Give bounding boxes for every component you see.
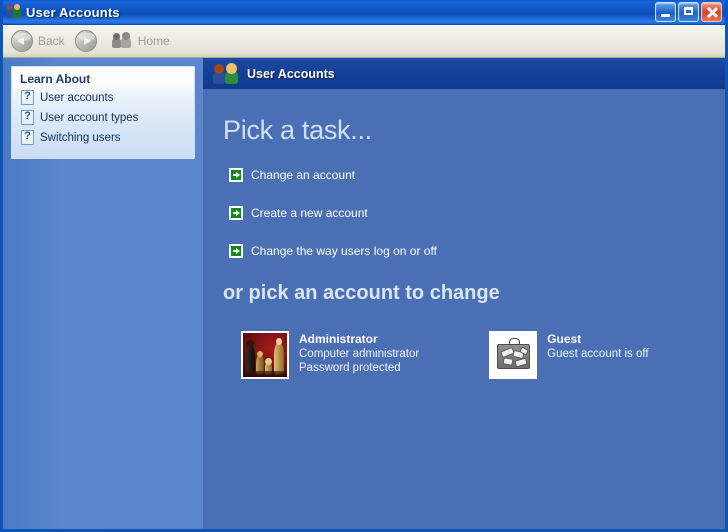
content-header: User Accounts (203, 58, 725, 89)
back-button-label: Back (38, 34, 65, 48)
home-button-label: Home (138, 34, 170, 48)
account-name: Guest (547, 332, 648, 346)
back-arrow-icon (11, 30, 33, 52)
account-name: Administrator (299, 332, 419, 346)
task-label: Create a new account (251, 206, 368, 220)
navigation-toolbar: Back Home (3, 25, 725, 58)
pick-an-account-heading: or pick an account to change (223, 282, 725, 305)
window-body: Learn About User accounts User account t… (3, 58, 725, 529)
suitcase-icon (497, 344, 530, 369)
content-body: Pick a task... Change an account Create … (203, 89, 725, 529)
learn-about-list: User accounts User account types Switchi… (12, 90, 194, 158)
task-change-logon-method[interactable]: Change the way users log on or off (223, 244, 725, 258)
content-header-title: User Accounts (247, 67, 335, 81)
help-icon (21, 130, 34, 145)
close-button[interactable] (701, 2, 722, 22)
green-arrow-icon (229, 244, 243, 258)
help-icon (21, 90, 34, 105)
content-pane: User Accounts Pick a task... Change an a… (203, 58, 725, 529)
suitcase-picture (489, 331, 537, 379)
maximize-button[interactable] (678, 2, 699, 22)
green-arrow-icon (229, 206, 243, 220)
users-icon (6, 4, 22, 20)
task-label: Change the way users log on or off (251, 244, 437, 258)
task-create-a-new-account[interactable]: Create a new account (223, 206, 725, 220)
chess-pieces-picture (241, 331, 289, 379)
home-button[interactable]: Home (110, 28, 176, 54)
users-icon (213, 63, 239, 85)
account-status: Guest account is off (547, 347, 648, 361)
title-bar: User Accounts (3, 0, 725, 25)
user-accounts-window: User Accounts Back Home Learn About (0, 0, 728, 532)
sidebar-item-switching-users[interactable]: Switching users (21, 130, 186, 145)
account-info: Administrator Computer administrator Pas… (299, 331, 419, 375)
account-type: Computer administrator (299, 347, 419, 361)
learn-about-heading: Learn About (12, 67, 194, 90)
task-label: Change an account (251, 168, 355, 182)
sidebar: Learn About User accounts User account t… (3, 58, 203, 529)
pick-a-task-heading: Pick a task... (223, 115, 725, 146)
home-users-icon (112, 32, 133, 50)
window-controls (655, 2, 722, 22)
account-tile-guest[interactable]: Guest Guest account is off (489, 331, 648, 379)
window-title: User Accounts (26, 5, 120, 20)
forward-arrow-icon (75, 30, 97, 52)
account-password-status: Password protected (299, 361, 419, 375)
forward-button[interactable] (73, 28, 108, 54)
task-change-an-account[interactable]: Change an account (223, 168, 725, 182)
green-arrow-icon (229, 168, 243, 182)
sidebar-item-user-account-types[interactable]: User account types (21, 110, 186, 125)
minimize-button[interactable] (655, 2, 676, 22)
sidebar-item-label: Switching users (40, 132, 121, 144)
account-tile-administrator[interactable]: Administrator Computer administrator Pas… (241, 331, 419, 379)
sidebar-item-label: User account types (40, 112, 138, 124)
account-list: Administrator Computer administrator Pas… (223, 331, 725, 379)
account-info: Guest Guest account is off (547, 331, 648, 361)
sidebar-item-label: User accounts (40, 92, 114, 104)
sidebar-item-user-accounts[interactable]: User accounts (21, 90, 186, 105)
learn-about-panel: Learn About User accounts User account t… (11, 66, 195, 159)
help-icon (21, 110, 34, 125)
back-button[interactable]: Back (9, 28, 71, 54)
